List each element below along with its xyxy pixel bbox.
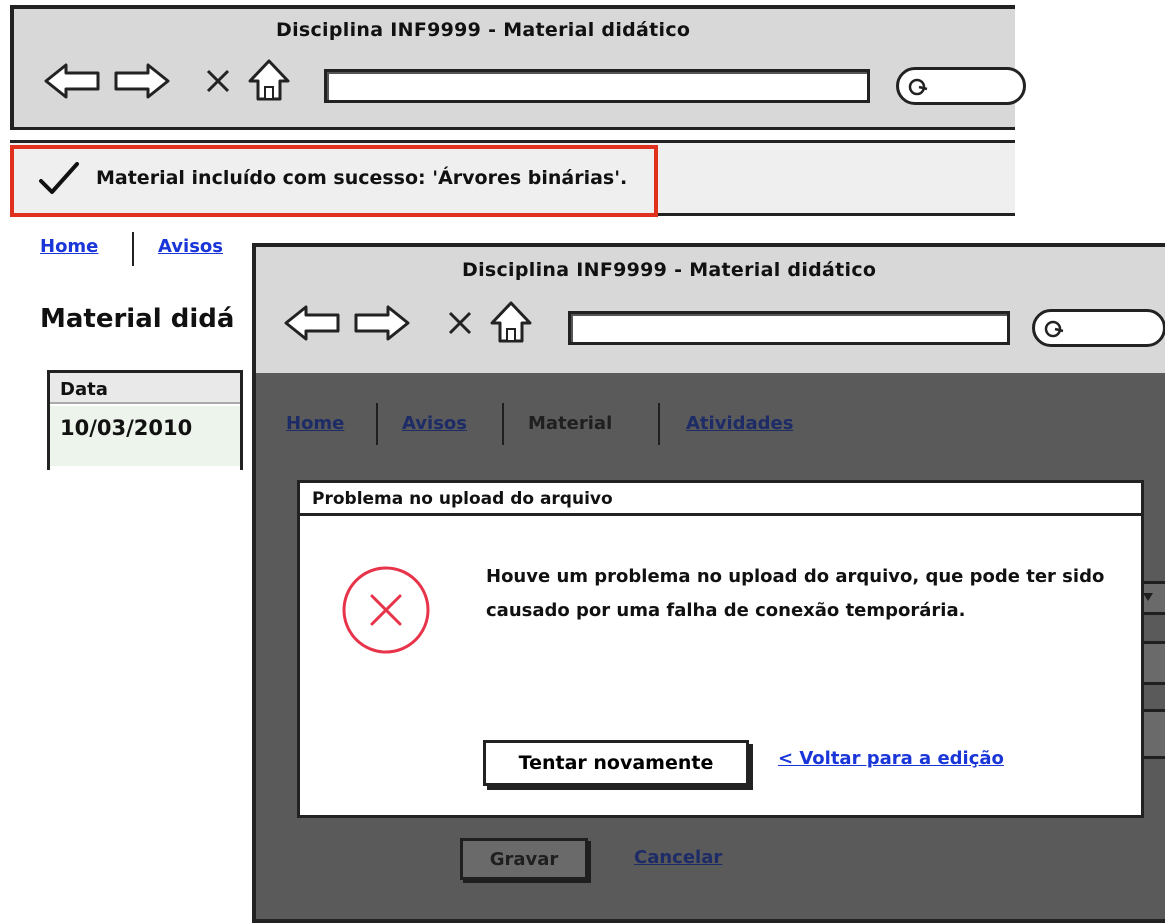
address-bar[interactable] (324, 69, 870, 103)
home-icon[interactable] (488, 299, 534, 345)
nav-home-link[interactable]: Home (286, 413, 344, 434)
search-icon (908, 78, 928, 96)
stop-icon[interactable] (204, 67, 232, 95)
back-arrow-icon[interactable] (282, 303, 342, 343)
window-title: Disciplina INF9999 - Material didático (276, 19, 691, 41)
save-button[interactable]: Gravar (460, 838, 588, 880)
dialog-body: Houve um problema no upload do arquivo, … (297, 516, 1144, 818)
cancel-link[interactable]: Cancelar (634, 847, 722, 868)
browser-toolbar: Disciplina INF9999 - Material didático (252, 243, 1165, 378)
search-icon (1044, 320, 1064, 338)
address-bar[interactable] (568, 311, 1010, 345)
error-icon (342, 566, 430, 654)
back-arrow-icon[interactable] (42, 61, 102, 101)
back-to-edit-link[interactable]: < Voltar para a edição (778, 748, 1004, 769)
table-row[interactable]: 10/03/2010 (50, 406, 240, 466)
nav-home-link[interactable]: Home (40, 236, 98, 257)
page-heading: Material didá (40, 304, 235, 334)
home-icon[interactable] (246, 57, 292, 103)
table-header: Data (50, 370, 240, 404)
retry-button[interactable]: Tentar novamente (483, 740, 749, 786)
nav-separator (502, 403, 504, 445)
stop-icon[interactable] (446, 309, 474, 337)
window-title: Disciplina INF9999 - Material didático (462, 259, 877, 281)
dialog-title: Problema no upload do arquivo (312, 489, 613, 509)
materials-table: Data 10/03/2010 (47, 370, 243, 470)
forward-arrow-icon[interactable] (112, 61, 172, 101)
nav-separator (658, 403, 660, 445)
nav-separator (132, 232, 134, 266)
highlight-box (10, 145, 658, 217)
nav-atividades-link[interactable]: Atividades (686, 413, 793, 434)
back-browser-window: Disciplina INF9999 - Material didático M… (10, 5, 1026, 225)
nav-material-current: Material (528, 413, 613, 434)
browser-toolbar: Disciplina INF9999 - Material didático (10, 5, 1026, 130)
cell-date: 10/03/2010 (60, 416, 193, 440)
nav-avisos-link[interactable]: Avisos (158, 236, 223, 257)
column-data-header: Data (60, 379, 108, 400)
forward-arrow-icon[interactable] (352, 303, 412, 343)
dialog-message: Houve um problema no upload do arquivo, … (486, 566, 1105, 621)
search-box[interactable] (1032, 309, 1165, 347)
dialog-titlebar: Problema no upload do arquivo (297, 480, 1144, 516)
nav-avisos-link[interactable]: Avisos (402, 413, 467, 434)
nav-separator (376, 403, 378, 445)
search-box[interactable] (896, 67, 1026, 105)
upload-error-dialog: Problema no upload do arquivo Houve um p… (297, 480, 1144, 818)
